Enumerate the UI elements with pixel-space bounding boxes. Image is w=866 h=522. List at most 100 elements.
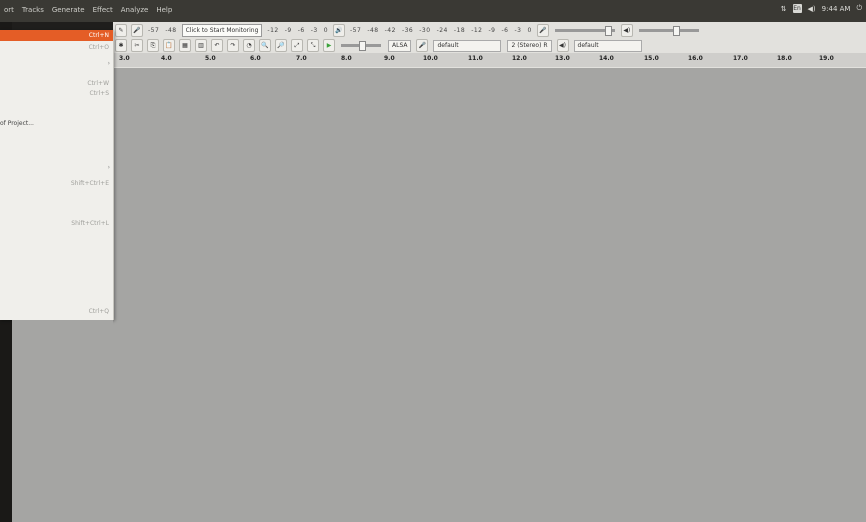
- fit-project-icon[interactable]: ⤡: [307, 39, 319, 52]
- ruler-tick: 15.0: [644, 55, 659, 62]
- playback-device-select[interactable]: default: [573, 39, 642, 52]
- audio-host-select[interactable]: ALSA: [388, 39, 412, 52]
- menu-item-accel: Ctrl+Q: [88, 308, 109, 315]
- submenu-arrow-icon: ›: [107, 164, 110, 171]
- redo-icon[interactable]: ↷: [227, 39, 239, 52]
- keyboard-layout-icon[interactable]: En: [792, 4, 802, 13]
- menu-item-recent-files[interactable]: ›: [0, 58, 113, 69]
- play-meter-scale: -48: [367, 27, 379, 34]
- power-icon[interactable]: ⏻: [856, 4, 862, 13]
- ruler-tick: 6.0: [250, 55, 261, 62]
- play-at-speed-icon[interactable]: ▶: [323, 39, 335, 52]
- silence-icon[interactable]: ▥: [195, 39, 207, 52]
- system-indicators: ⇅ En ◀) 9:44 AM ⏻: [781, 4, 866, 13]
- menu-bar: ort Tracks Generate Effect Analyze Help: [0, 0, 176, 22]
- menu-item-accel: Ctrl+W: [87, 80, 109, 87]
- meter-scale-label: -12: [267, 27, 279, 34]
- zoom-out-icon[interactable]: 🔎: [275, 39, 287, 52]
- menu-item-accel: Shift+Ctrl+E: [70, 180, 109, 187]
- play-meter-scale: -6: [501, 27, 509, 34]
- menu-item-exit[interactable]: Ctrl+Q: [0, 306, 113, 317]
- record-meter-scale-57: -57: [148, 27, 160, 34]
- ruler-tick: 18.0: [777, 55, 792, 62]
- play-meter-scale: -18: [453, 27, 466, 34]
- ruler-tick: 13.0: [555, 55, 570, 62]
- zoom-in-icon[interactable]: 🔍: [259, 39, 271, 52]
- play-meter-scale: -30: [419, 27, 431, 34]
- submenu-arrow-icon: ›: [107, 60, 110, 67]
- file-menu-dropdown: Ctrl+N Ctrl+O › Ctrl+W Ctrl+S of Project…: [0, 30, 114, 320]
- recording-device-select[interactable]: default: [433, 39, 502, 52]
- ruler-tick: 12.0: [512, 55, 527, 62]
- meter-scale-label: -9: [284, 27, 292, 34]
- ruler-tick: 5.0: [205, 55, 216, 62]
- ruler-tick: 16.0: [688, 55, 703, 62]
- meter-scale-label: -3: [310, 27, 318, 34]
- menu-item-export-multiple[interactable]: Shift+Ctrl+L: [0, 218, 113, 229]
- menu-item-save-copy[interactable]: of Project...: [0, 118, 113, 129]
- copy-icon[interactable]: ⎘: [147, 39, 159, 52]
- ruler-tick: 11.0: [468, 55, 483, 62]
- record-meter-icon[interactable]: 🎤: [131, 24, 143, 37]
- toolbar-area: ✎ 🎤 -57 -48 Click to Start Monitoring -1…: [113, 22, 866, 69]
- menu-item-new[interactable]: Ctrl+N: [0, 30, 113, 41]
- menu-item-accel: Ctrl+N: [88, 32, 109, 39]
- cut-icon[interactable]: ✂: [131, 39, 143, 52]
- menu-analyze[interactable]: Analyze: [117, 0, 153, 14]
- paste-icon[interactable]: 📋: [163, 39, 175, 52]
- menu-export-partial[interactable]: ort: [0, 0, 18, 14]
- menu-effect[interactable]: Effect: [89, 0, 117, 14]
- meter-scale-label: 0: [323, 27, 329, 34]
- menu-item-export-audio[interactable]: Shift+Ctrl+E: [0, 178, 113, 189]
- top-panel: ort Tracks Generate Effect Analyze Help …: [0, 0, 866, 22]
- trim-icon[interactable]: ▦: [179, 39, 191, 52]
- output-speaker-icon: ◀): [556, 39, 569, 52]
- play-meter-scale: -42: [384, 27, 396, 34]
- toolbar-row-2: ✱ ✂ ⎘ 📋 ▦ ▥ ↶ ↷ ◔ 🔍 🔎 ⤢ ⤡ ▶ ALSA 🎤 defau…: [113, 38, 866, 53]
- play-meter-scale: 0: [527, 27, 532, 34]
- playback-volume-slider[interactable]: [638, 26, 699, 36]
- mic-volume-icon[interactable]: 🎤: [536, 24, 549, 37]
- network-icon[interactable]: ⇅: [781, 5, 787, 13]
- recording-volume-slider[interactable]: [554, 26, 615, 36]
- undo-icon[interactable]: ↶: [211, 39, 223, 52]
- ruler-tick: 19.0: [819, 55, 834, 62]
- timeline-ruler[interactable]: 3.0 4.0 5.0 6.0 7.0 8.0 9.0 10.0 11.0 12…: [113, 53, 866, 67]
- play-meter-scale: -3: [514, 27, 522, 34]
- menu-item-accel: Ctrl+O: [88, 44, 109, 51]
- menu-item-open[interactable]: Ctrl+O: [0, 42, 113, 53]
- sync-lock-icon[interactable]: ◔: [243, 39, 255, 52]
- playback-meter-icon[interactable]: 🔊: [333, 24, 346, 37]
- menu-generate[interactable]: Generate: [48, 0, 89, 14]
- ruler-tick: 7.0: [296, 55, 307, 62]
- fit-selection-icon[interactable]: ⤢: [291, 39, 303, 52]
- play-meter-scale: -12: [471, 27, 483, 34]
- ruler-tick: 17.0: [733, 55, 748, 62]
- menu-item-export-submenu[interactable]: ›: [0, 162, 113, 173]
- menu-help[interactable]: Help: [152, 0, 176, 14]
- multi-tool-icon[interactable]: ✱: [115, 39, 127, 52]
- ruler-tick: 3.0: [119, 55, 130, 62]
- draw-tool-icon[interactable]: ✎: [115, 24, 127, 37]
- track-area[interactable]: [113, 68, 866, 522]
- start-monitoring-button[interactable]: Click to Start Monitoring: [181, 24, 263, 37]
- track-area-left-strip: [12, 320, 113, 522]
- play-speed-slider[interactable]: [341, 41, 381, 51]
- volume-icon[interactable]: ◀): [808, 5, 816, 13]
- record-meter-scale-48: -48: [165, 27, 177, 34]
- ruler-tick: 8.0: [341, 55, 352, 62]
- slider-knob[interactable]: [604, 26, 612, 36]
- speaker-volume-icon[interactable]: ◀): [620, 24, 633, 37]
- menu-item-label: of Project...: [0, 120, 34, 127]
- slider-knob[interactable]: [672, 26, 680, 36]
- menu-item-save[interactable]: Ctrl+S: [0, 88, 113, 99]
- clock[interactable]: 9:44 AM: [822, 5, 851, 13]
- slider-knob[interactable]: [359, 41, 366, 51]
- menu-tracks[interactable]: Tracks: [18, 0, 48, 14]
- input-mic-icon: 🎤: [416, 39, 429, 52]
- ruler-tick: 10.0: [423, 55, 438, 62]
- recording-channels-select[interactable]: 2 (Stereo) R: [507, 39, 552, 52]
- play-meter-scale: -24: [436, 27, 448, 34]
- ruler-tick: 14.0: [599, 55, 614, 62]
- ruler-tick: 9.0: [384, 55, 395, 62]
